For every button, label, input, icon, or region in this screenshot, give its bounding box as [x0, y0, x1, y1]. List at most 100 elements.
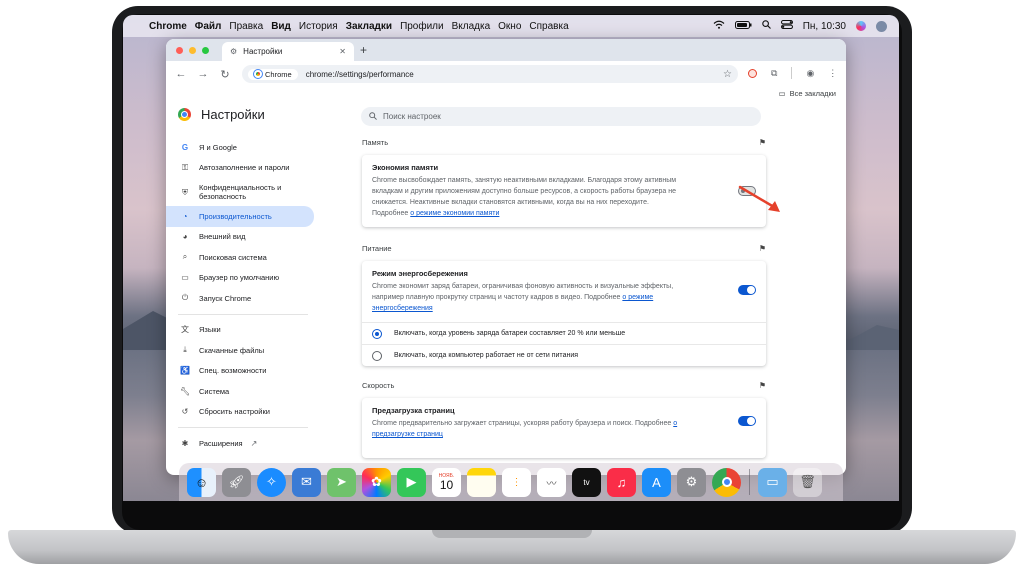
system-settings-icon[interactable]: ⚙ — [677, 467, 706, 497]
tab-settings[interactable]: ⚙ Настройки ✕ — [222, 42, 354, 61]
notes-icon[interactable] — [467, 467, 496, 497]
finder-icon[interactable]: ☺ — [187, 467, 216, 497]
app-store-icon[interactable]: A — [642, 467, 671, 497]
control-center-icon[interactable] — [780, 20, 793, 32]
sidebar-item-privacy[interactable]: ⛨ Конфиденциальность и безопасность — [166, 178, 314, 206]
all-bookmarks-label: Все закладки — [789, 89, 836, 98]
section-title: Память — [362, 137, 389, 147]
reload-icon[interactable]: ↻ — [214, 68, 236, 81]
zoom-window-button[interactable] — [202, 47, 209, 54]
menu-clock[interactable]: Пн, 10:30 — [803, 21, 846, 32]
sidebar-item-search-engine[interactable]: ⌕ Поисковая система — [166, 247, 314, 268]
menu-help[interactable]: Справка — [529, 21, 568, 32]
siri-icon[interactable] — [856, 21, 866, 31]
menu-history[interactable]: История — [299, 21, 338, 32]
extension-record-icon[interactable] — [748, 68, 757, 78]
chrome-logo-icon — [178, 108, 191, 121]
menu-file[interactable]: Файл — [195, 21, 222, 32]
card-description: Chrome экономит заряд батареи, ограничив… — [372, 281, 702, 314]
sidebar-item-languages[interactable]: 文 Языки — [166, 320, 314, 341]
menu-kebab-icon[interactable]: ⋮ — [828, 68, 837, 79]
new-tab-icon[interactable]: + — [360, 43, 367, 57]
radio-battery[interactable] — [372, 328, 382, 339]
downloads-icon[interactable]: ▭ — [758, 467, 787, 497]
sidebar-item-appearance[interactable]: ◕ Внешний вид — [166, 227, 314, 248]
menu-profiles[interactable]: Профили — [400, 21, 444, 32]
dock-divider — [749, 469, 750, 495]
wrench-icon: 🔧︎ — [180, 386, 191, 396]
close-tab-icon[interactable]: ✕ — [339, 47, 346, 56]
bookmark-star-icon[interactable]: ☆ — [723, 69, 732, 80]
minimize-window-button[interactable] — [189, 47, 196, 54]
section-title: Скорость — [362, 380, 395, 390]
menu-tab[interactable]: Вкладка — [452, 21, 491, 32]
safari-icon[interactable]: ✧ — [257, 467, 286, 497]
energy-saver-toggle[interactable] — [738, 285, 756, 295]
sidebar-item-downloads[interactable]: ⤓ Скачанные файлы — [166, 340, 314, 361]
freeform-icon[interactable]: 〰 — [537, 467, 566, 497]
spotlight-icon[interactable] — [761, 20, 771, 32]
all-bookmarks[interactable]: ▭ Все закладки — [779, 89, 836, 98]
radio-label: Включать, когда компьютер работает не от… — [394, 352, 579, 359]
energy-option-unplugged[interactable]: Включать, когда компьютер работает не от… — [362, 344, 766, 366]
sidebar-item-system[interactable]: 🔧︎ Система — [166, 381, 314, 402]
feedback-icon[interactable]: ⚑ — [759, 381, 766, 390]
menu-view[interactable]: Вид — [271, 21, 291, 32]
sidebar-item-label: Автозаполнение и пароли — [199, 163, 290, 173]
card-title: Режим энергосбережения — [372, 269, 468, 278]
feedback-icon[interactable]: ⚑ — [759, 244, 766, 253]
photos-icon[interactable]: ✿ — [362, 467, 391, 497]
sidebar-divider — [178, 427, 308, 428]
maps-icon[interactable]: ➤ — [327, 467, 356, 497]
mail-icon[interactable]: ✉ — [292, 467, 321, 497]
laptop: Chrome Файл Правка Вид История Закладки … — [0, 0, 1024, 576]
calendar-icon[interactable]: НОЯБ. 10 — [432, 467, 461, 497]
sidebar-item-default-browser[interactable]: ▭ Браузер по умолчанию — [166, 268, 314, 289]
profile-icon[interactable]: ◉ — [806, 68, 814, 79]
annotation-arrow-icon — [738, 185, 780, 212]
menu-edit[interactable]: Правка — [229, 21, 263, 32]
memory-saver-link[interactable]: о режиме экономии памяти — [410, 210, 499, 217]
shield-icon: ⛨ — [182, 187, 188, 197]
reset-icon: ↺ — [181, 407, 189, 417]
sidebar-item-you-and-google[interactable]: G Я и Google — [166, 137, 314, 158]
chrome-chip[interactable]: Chrome — [248, 68, 298, 80]
download-icon: ⤓ — [183, 345, 187, 355]
sidebar-item-on-startup[interactable]: ⏻ Запуск Chrome — [166, 288, 314, 309]
menu-app-name[interactable]: Chrome — [149, 21, 187, 32]
menu-bookmarks[interactable]: Закладки — [346, 21, 392, 32]
forward-icon[interactable]: → — [192, 68, 214, 80]
sidebar-item-performance[interactable]: ◔ Производительность — [166, 206, 314, 227]
back-icon[interactable]: ← — [170, 68, 192, 80]
chrome-icon[interactable] — [712, 467, 741, 497]
wifi-icon[interactable] — [713, 20, 725, 32]
menu-window[interactable]: Окно — [498, 21, 521, 32]
radio-unplugged[interactable] — [372, 350, 382, 361]
sidebar-item-label: Расширения — [199, 438, 243, 448]
sidebar-item-label: Я и Google — [199, 142, 237, 152]
sidebar-item-reset[interactable]: ↺ Сбросить настройки — [166, 402, 314, 423]
sidebar-item-accessibility[interactable]: ♿ Спец. возможности — [166, 361, 314, 382]
close-window-button[interactable] — [176, 47, 183, 54]
user-avatar-icon[interactable] — [876, 20, 887, 32]
trash-icon[interactable]: 🗑︎ — [793, 467, 822, 497]
tv-icon[interactable]: tv — [572, 467, 601, 497]
preload-toggle[interactable] — [738, 416, 756, 426]
battery-icon[interactable] — [734, 20, 752, 32]
address-bar[interactable]: Chrome chrome://settings/performance ☆ — [242, 65, 738, 83]
card-description: Chrome предварительно загружает страницы… — [372, 418, 702, 440]
divider — [791, 67, 793, 79]
feedback-icon[interactable]: ⚑ — [759, 138, 766, 147]
music-icon[interactable]: ♫ — [607, 467, 636, 497]
card-text: Chrome высвобождает память, занятую неак… — [372, 177, 677, 206]
launchpad-icon[interactable]: 🚀︎ — [222, 467, 251, 497]
sidebar-item-autofill[interactable]: ⚿ Автозаполнение и пароли — [166, 158, 314, 179]
energy-option-battery[interactable]: Включать, когда уровень заряда батареи с… — [362, 322, 766, 344]
reminders-icon[interactable]: ⋮ — [502, 467, 531, 497]
facetime-icon[interactable]: ▶ — [397, 467, 426, 497]
sidebar-item-extensions[interactable]: ✱ Расширения ↗ — [166, 433, 314, 454]
sidebar-item-label: Система — [199, 386, 230, 396]
url-text[interactable]: chrome://settings/performance — [306, 70, 414, 79]
search-input[interactable]: Поиск настроек — [361, 107, 761, 126]
extensions-puzzle-icon[interactable]: ⧉ — [771, 68, 777, 79]
